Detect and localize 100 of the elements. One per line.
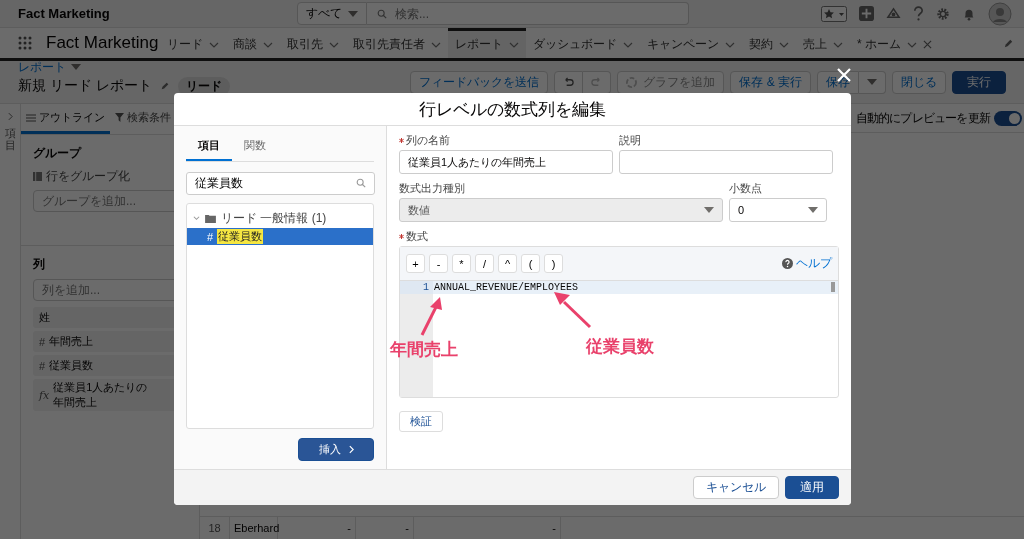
field-label: 小数点 (729, 181, 762, 197)
validate-button[interactable]: 検証 (399, 411, 443, 433)
chevron-down-icon[interactable] (193, 214, 200, 222)
auto-preview-toggle[interactable] (994, 110, 1022, 126)
nav-tab[interactable]: レポート (448, 28, 526, 58)
field-label: 数式 (406, 229, 428, 245)
dropdown-triangle-icon (867, 79, 877, 85)
operator-button[interactable]: / (475, 254, 494, 274)
chevron-down-icon (833, 41, 843, 48)
operator-button[interactable]: * (452, 254, 471, 274)
settings-icon[interactable] (936, 6, 950, 21)
operator-button[interactable]: ) (544, 254, 563, 274)
operator-button[interactable]: - (429, 254, 448, 274)
chevron-right-icon (348, 445, 354, 455)
nav-tab[interactable]: 取引先責任者 (346, 28, 448, 58)
chevron-down-icon (509, 41, 519, 48)
chevron-down-icon (907, 41, 917, 48)
filter-icon (115, 113, 124, 122)
rows-icon (33, 172, 42, 181)
run-button[interactable]: 実行 (952, 70, 1006, 94)
folder-icon (205, 213, 216, 223)
field-label: 説明 (619, 133, 641, 149)
outline-tab[interactable]: アウトライン (21, 104, 110, 134)
page-button[interactable]: フィードバックを送信 (410, 70, 549, 94)
nav-tab[interactable]: ダッシュボード (526, 28, 640, 58)
text-field[interactable]: 従業員1人あたりの年間売上 (399, 150, 613, 175)
help-icon[interactable] (913, 6, 924, 21)
dropdown-triangle-icon (71, 64, 81, 70)
dropdown-triangle-icon (704, 207, 714, 214)
pencil-icon[interactable] (1003, 37, 1014, 49)
cancel-button[interactable]: キャンセル (693, 476, 779, 500)
nav-tab[interactable]: 契約 (742, 28, 796, 58)
page-button[interactable]: 保存 & 実行 (730, 70, 811, 94)
group-rows-label: 行をグループ化 (46, 168, 130, 185)
section-heading: グループ (33, 145, 83, 162)
formula-code[interactable]: ANNUAL_REVENUE/EMPLOYEES (433, 281, 838, 295)
select-field[interactable]: 0 (729, 198, 827, 223)
line-number: 1 (400, 281, 433, 295)
fields-rail-label[interactable]: 項目 (4, 127, 16, 152)
modal-title: 行レベルの数式列を編集 (419, 98, 606, 121)
undo-button[interactable] (554, 70, 584, 94)
tree-folder-label[interactable]: リード 一般情報 (1) (221, 209, 327, 227)
table-cell: - (356, 517, 414, 539)
search-icon (356, 178, 366, 189)
field-search-field[interactable]: 従業員数 (186, 172, 375, 196)
nav-tab[interactable]: リード (160, 28, 226, 58)
redo-button[interactable] (583, 70, 612, 94)
nav-tab[interactable]: * ホーム (850, 28, 939, 58)
nav-tab[interactable]: 取引先 (280, 28, 346, 58)
report-title: 新規 リード レポート (18, 77, 152, 95)
avatar-icon[interactable] (988, 1, 1012, 26)
field-label: 数式出力種別 (399, 181, 465, 197)
table-cell: - (414, 517, 561, 539)
chevron-down-icon (431, 41, 441, 48)
apply-button[interactable]: 適用 (785, 476, 839, 500)
page-button[interactable]: 閉じる (892, 70, 946, 94)
picker-tab[interactable]: 項目 (186, 134, 232, 162)
help-link[interactable]: ヘルプ (782, 255, 832, 273)
app-title: Fact Marketing (18, 6, 111, 21)
save-menu-button[interactable] (859, 70, 886, 94)
nav-tab[interactable]: 売上 (796, 28, 850, 58)
breadcrumb-link[interactable]: レポート (18, 58, 66, 76)
text-field[interactable] (619, 150, 833, 175)
pencil-icon[interactable] (159, 81, 170, 91)
chevron-down-icon (263, 41, 273, 48)
required-icon (399, 138, 404, 144)
operator-button[interactable]: ^ (498, 254, 517, 274)
search-field[interactable]: 検索... (367, 2, 689, 25)
nav-tab[interactable]: 商談 (226, 28, 280, 58)
required-icon (399, 234, 404, 240)
app-launcher-icon[interactable] (18, 36, 32, 50)
search-scope-select[interactable]: すべて (297, 2, 367, 25)
tree-item[interactable]: # 従業員数 (187, 228, 373, 246)
chevron-down-icon (329, 41, 339, 48)
list-icon (26, 113, 36, 122)
undo-icon (563, 76, 575, 88)
operator-button[interactable]: + (406, 254, 425, 274)
expand-chevron-icon[interactable] (7, 112, 13, 121)
nav-tab[interactable]: キャンペーン (640, 28, 742, 58)
dropdown-triangle-icon (808, 207, 818, 214)
chevron-down-icon (779, 41, 789, 48)
row-number: 18 (200, 517, 230, 539)
insert-button[interactable]: 挿入 (298, 438, 374, 462)
field-label: 列の名前 (406, 133, 450, 149)
save-button[interactable]: 保存 (817, 70, 859, 94)
annotation-label: 従業員数 (586, 336, 654, 359)
operator-button[interactable]: ( (521, 254, 540, 274)
search-icon (377, 9, 387, 19)
annotation-arrow (552, 290, 594, 331)
section-heading: 列 (33, 256, 46, 273)
annotation-label: 年間売上 (390, 339, 458, 362)
outline-tab[interactable]: 検索条件 (110, 104, 176, 134)
help-icon (782, 258, 793, 270)
chevron-down-icon (209, 41, 219, 48)
plus-icon[interactable] (859, 6, 874, 21)
auto-preview-label: 自動的にプレビューを更新 (855, 110, 990, 126)
chart-icon (626, 76, 638, 88)
app-name: Fact Marketing (46, 33, 160, 53)
picker-tab[interactable]: 関数 (232, 134, 278, 162)
chevron-down-icon (623, 41, 633, 48)
